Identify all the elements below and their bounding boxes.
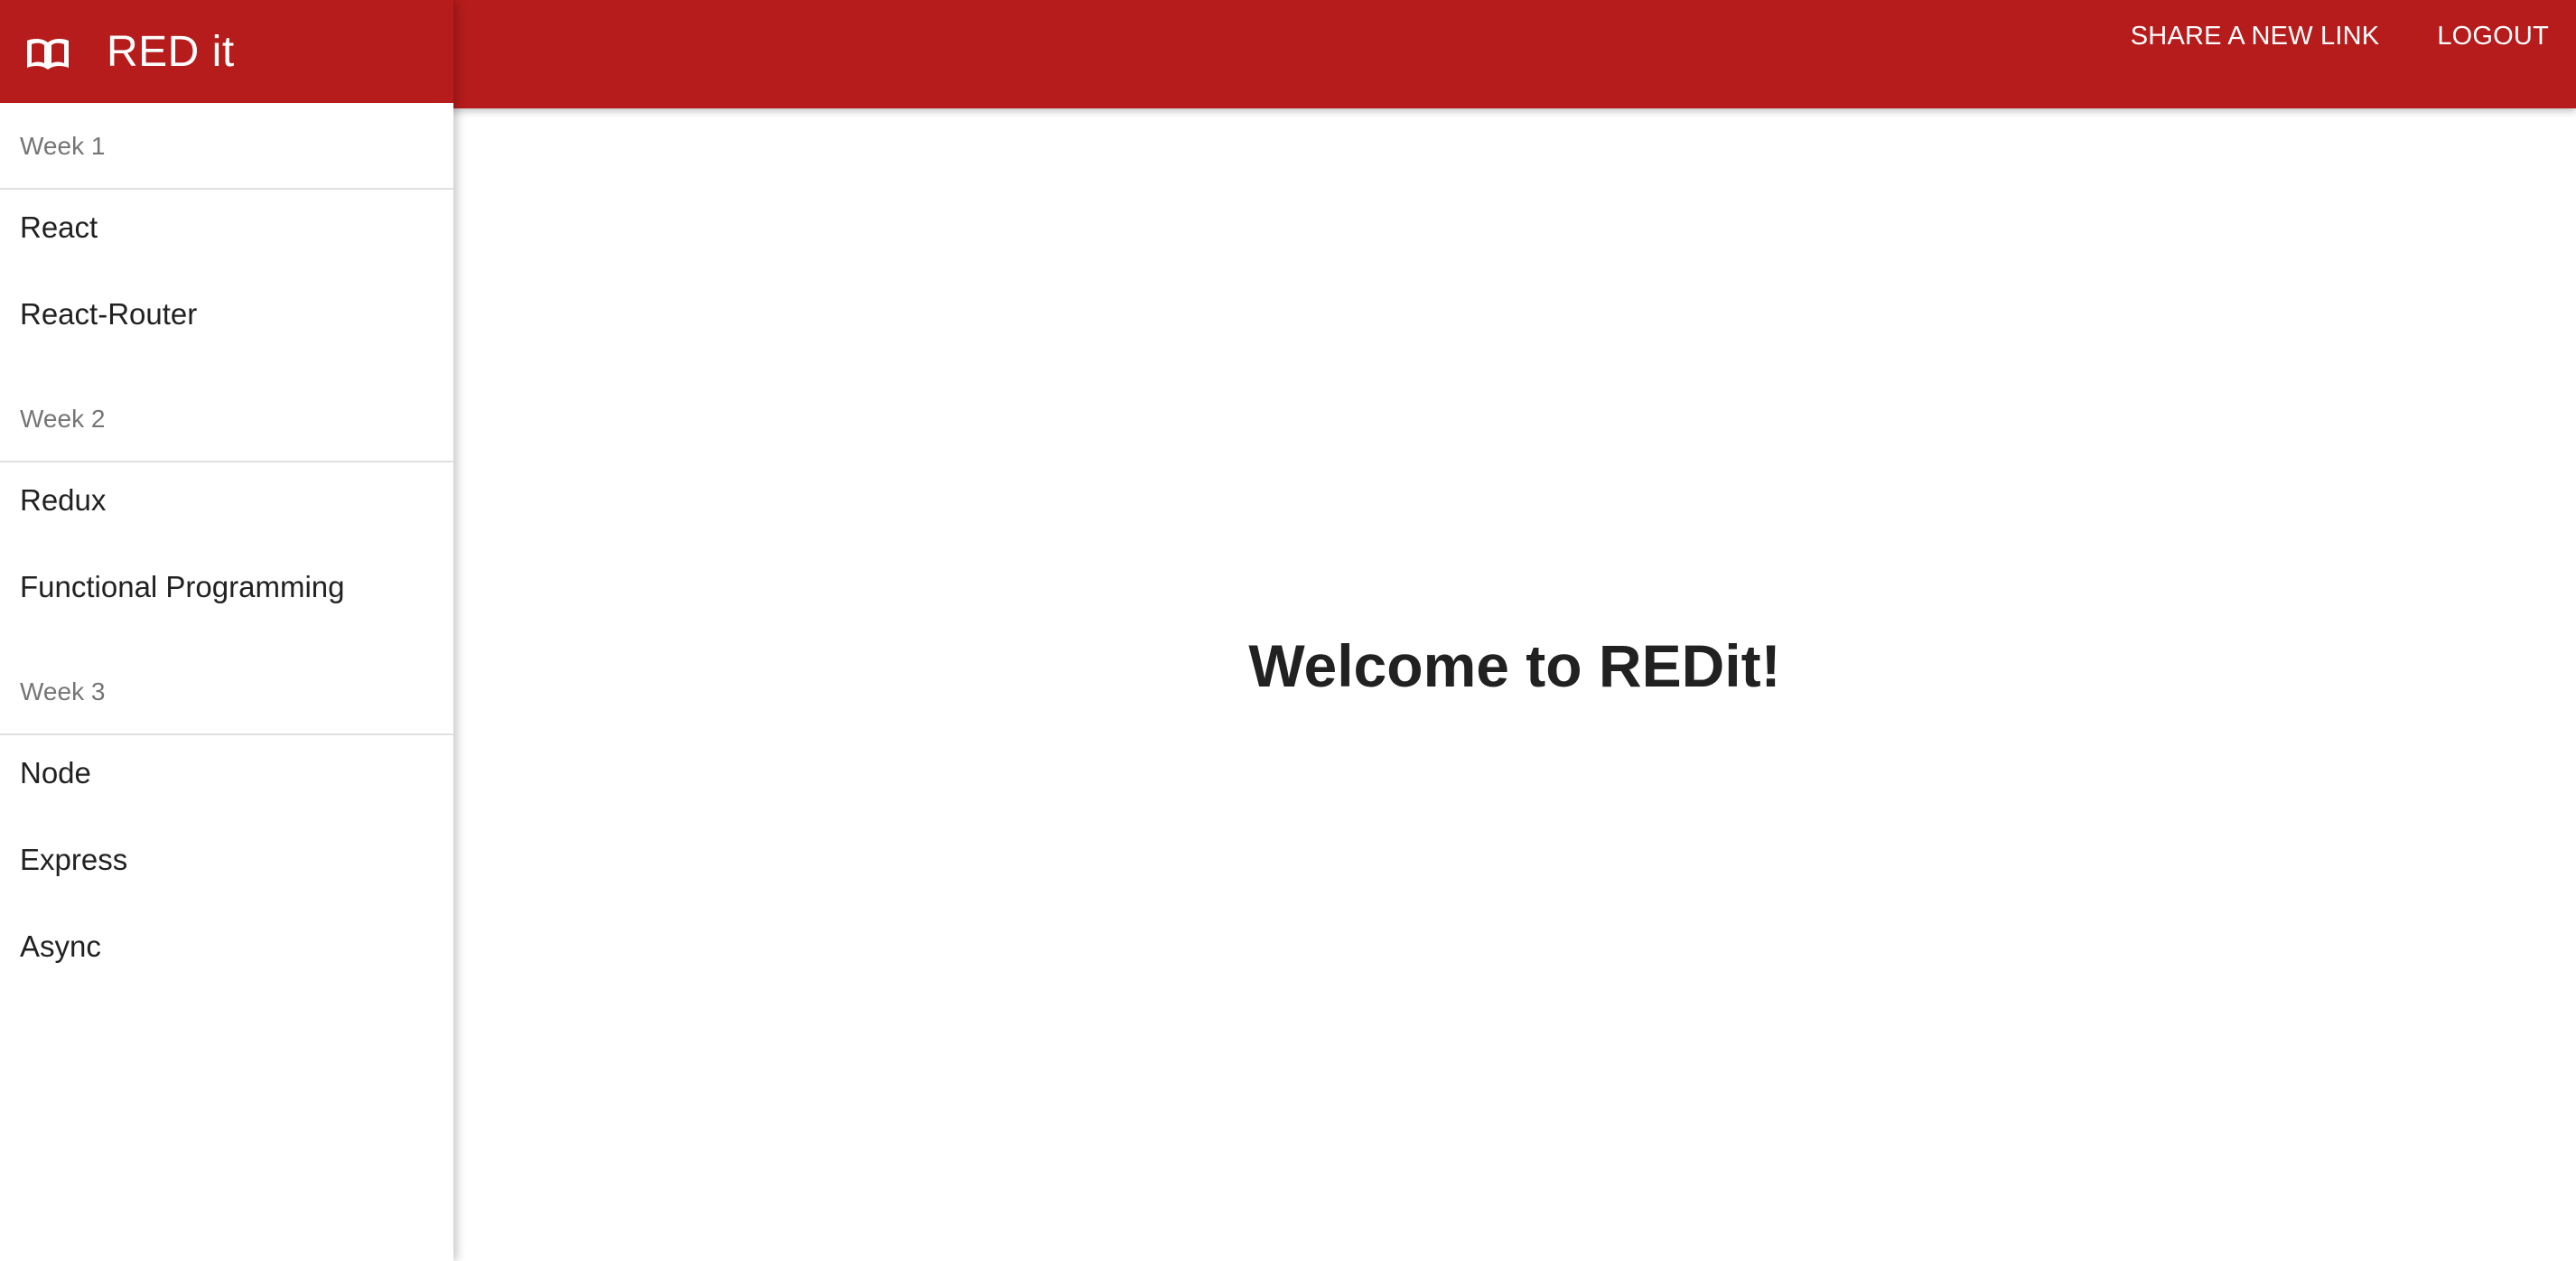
nav-actions: SHARE A NEW LINK LOGOUT bbox=[2073, 0, 2549, 72]
sidebar-drawer: RED it Week 1 React React-Router Week 2 … bbox=[0, 0, 453, 1261]
sidebar-section-week-1: Week 1 React React-Router bbox=[0, 103, 453, 376]
sidebar-section-header: Week 2 bbox=[0, 376, 453, 462]
welcome-heading: Welcome to REDit! bbox=[1248, 632, 1781, 699]
sidebar-item-react-router[interactable]: React-Router bbox=[0, 276, 453, 363]
sidebar-section-week-2: Week 2 Redux Functional Programming bbox=[0, 376, 453, 649]
sidebar-item-node[interactable]: Node bbox=[0, 735, 453, 822]
main-content: Welcome to REDit! bbox=[453, 108, 2576, 1261]
sidebar-item-redux[interactable]: Redux bbox=[0, 462, 453, 549]
share-link-button[interactable]: SHARE A NEW LINK bbox=[2131, 22, 2380, 51]
drawer-header: RED it bbox=[0, 0, 453, 103]
sidebar-item-express[interactable]: Express bbox=[0, 822, 453, 909]
app-title: RED it bbox=[107, 27, 235, 76]
sidebar-section-header: Week 3 bbox=[0, 649, 453, 735]
sidebar-item-react[interactable]: React bbox=[0, 190, 453, 276]
sidebar-item-functional-programming[interactable]: Functional Programming bbox=[0, 549, 453, 636]
sidebar-section-header: Week 1 bbox=[0, 103, 453, 190]
sidebar-section-items: Redux Functional Programming bbox=[0, 462, 453, 649]
logout-button[interactable]: LOGOUT bbox=[2437, 22, 2549, 51]
book-icon bbox=[27, 38, 69, 70]
sidebar-section-items: React React-Router bbox=[0, 190, 453, 376]
sidebar-item-async[interactable]: Async bbox=[0, 909, 453, 995]
sidebar-section-items: Node Express Async bbox=[0, 735, 453, 1008]
sidebar-section-week-3: Week 3 Node Express Async bbox=[0, 649, 453, 1008]
